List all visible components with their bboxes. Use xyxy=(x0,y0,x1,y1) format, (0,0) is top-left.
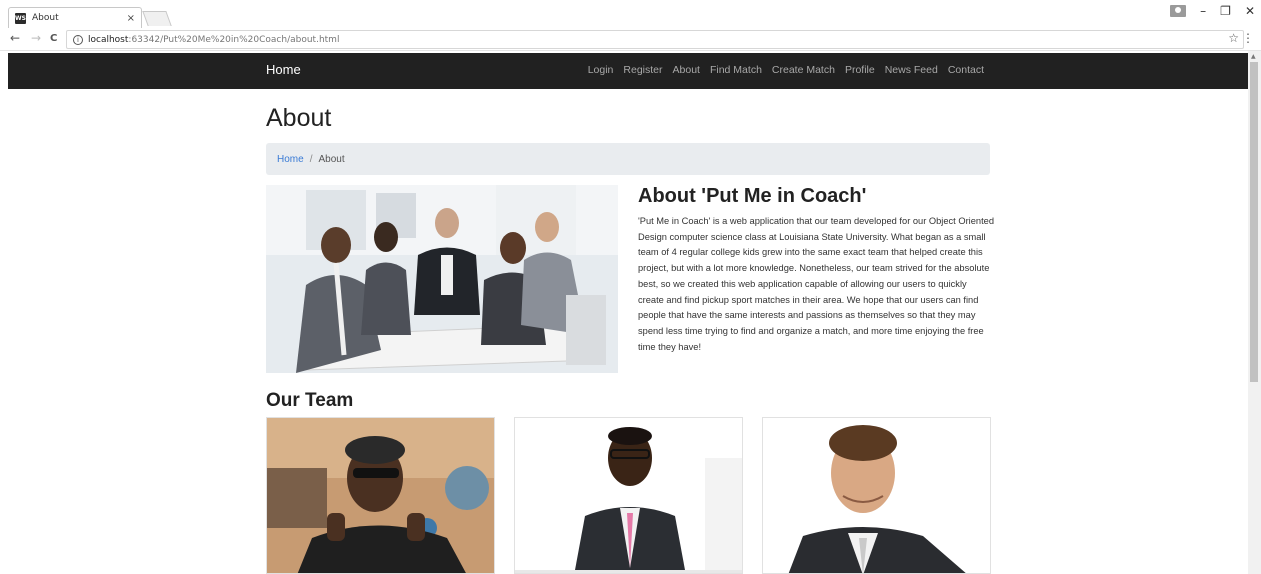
team-member-card[interactable] xyxy=(266,417,495,574)
url-host: localhost xyxy=(88,34,129,45)
new-tab-button[interactable] xyxy=(142,11,172,26)
breadcrumb: Home / About xyxy=(266,143,990,175)
breadcrumb-home-link[interactable]: Home xyxy=(277,154,304,165)
team-member-photo xyxy=(267,418,494,573)
team-meeting-image xyxy=(266,185,618,373)
page-title: About xyxy=(266,104,332,132)
team-heading: Our Team xyxy=(266,390,354,411)
tab-close-icon[interactable]: × xyxy=(127,13,135,24)
nav-link-login[interactable]: Login xyxy=(588,64,614,76)
browser-tab-bar: WS About × – ❐ ✕ xyxy=(0,0,1261,28)
favicon-icon: WS xyxy=(15,12,26,24)
nav-link-news-feed[interactable]: News Feed xyxy=(885,64,938,76)
close-window-icon[interactable]: ✕ xyxy=(1245,4,1255,18)
nav-link-find-match[interactable]: Find Match xyxy=(710,64,762,76)
nav-link-register[interactable]: Register xyxy=(623,64,662,76)
breadcrumb-separator: / xyxy=(309,153,313,165)
about-paragraph: 'Put Me in Coach' is a web application t… xyxy=(638,216,994,352)
user-profile-icon[interactable] xyxy=(1170,5,1187,17)
nav-link-contact[interactable]: Contact xyxy=(948,64,984,76)
tab-title: About xyxy=(32,13,59,23)
about-heading: About 'Put Me in Coach' xyxy=(638,185,867,207)
window-controls: – ❐ ✕ xyxy=(1170,4,1255,18)
nav-links: Login Register About Find Match Create M… xyxy=(588,64,984,76)
back-icon[interactable]: ← xyxy=(10,31,20,45)
minimize-icon[interactable]: – xyxy=(1200,4,1206,18)
bookmark-star-icon[interactable]: ☆ xyxy=(1228,31,1239,45)
info-icon[interactable]: i xyxy=(73,34,83,45)
site-navbar: Home Login Register About Find Match Cre… xyxy=(8,53,1248,89)
nav-link-about[interactable]: About xyxy=(673,64,700,76)
url-path: :63342/Put%20Me%20in%20Coach/about.html xyxy=(128,34,340,45)
restore-icon[interactable]: ❐ xyxy=(1220,4,1231,18)
url-input[interactable]: i localhost :63342/Put%20Me%20in%20Coach… xyxy=(66,30,1244,49)
nav-link-create-match[interactable]: Create Match xyxy=(772,64,835,76)
scrollbar-thumb[interactable] xyxy=(1250,62,1258,382)
reload-icon[interactable]: C xyxy=(50,33,57,44)
address-bar: ← → C i localhost :63342/Put%20Me%20in%2… xyxy=(0,28,1261,51)
team-member-card[interactable] xyxy=(762,417,991,574)
browser-menu-icon[interactable]: ⋮ xyxy=(1242,31,1254,45)
breadcrumb-current: About xyxy=(318,153,345,165)
browser-tab[interactable]: WS About × xyxy=(8,7,142,28)
team-member-card[interactable] xyxy=(514,417,743,574)
forward-icon[interactable]: → xyxy=(31,31,41,45)
nav-link-profile[interactable]: Profile xyxy=(845,64,875,76)
navbar-brand[interactable]: Home xyxy=(266,62,301,77)
scroll-up-icon[interactable]: ▲ xyxy=(1251,53,1256,60)
team-member-photo xyxy=(763,418,990,573)
team-member-photo xyxy=(515,418,742,573)
